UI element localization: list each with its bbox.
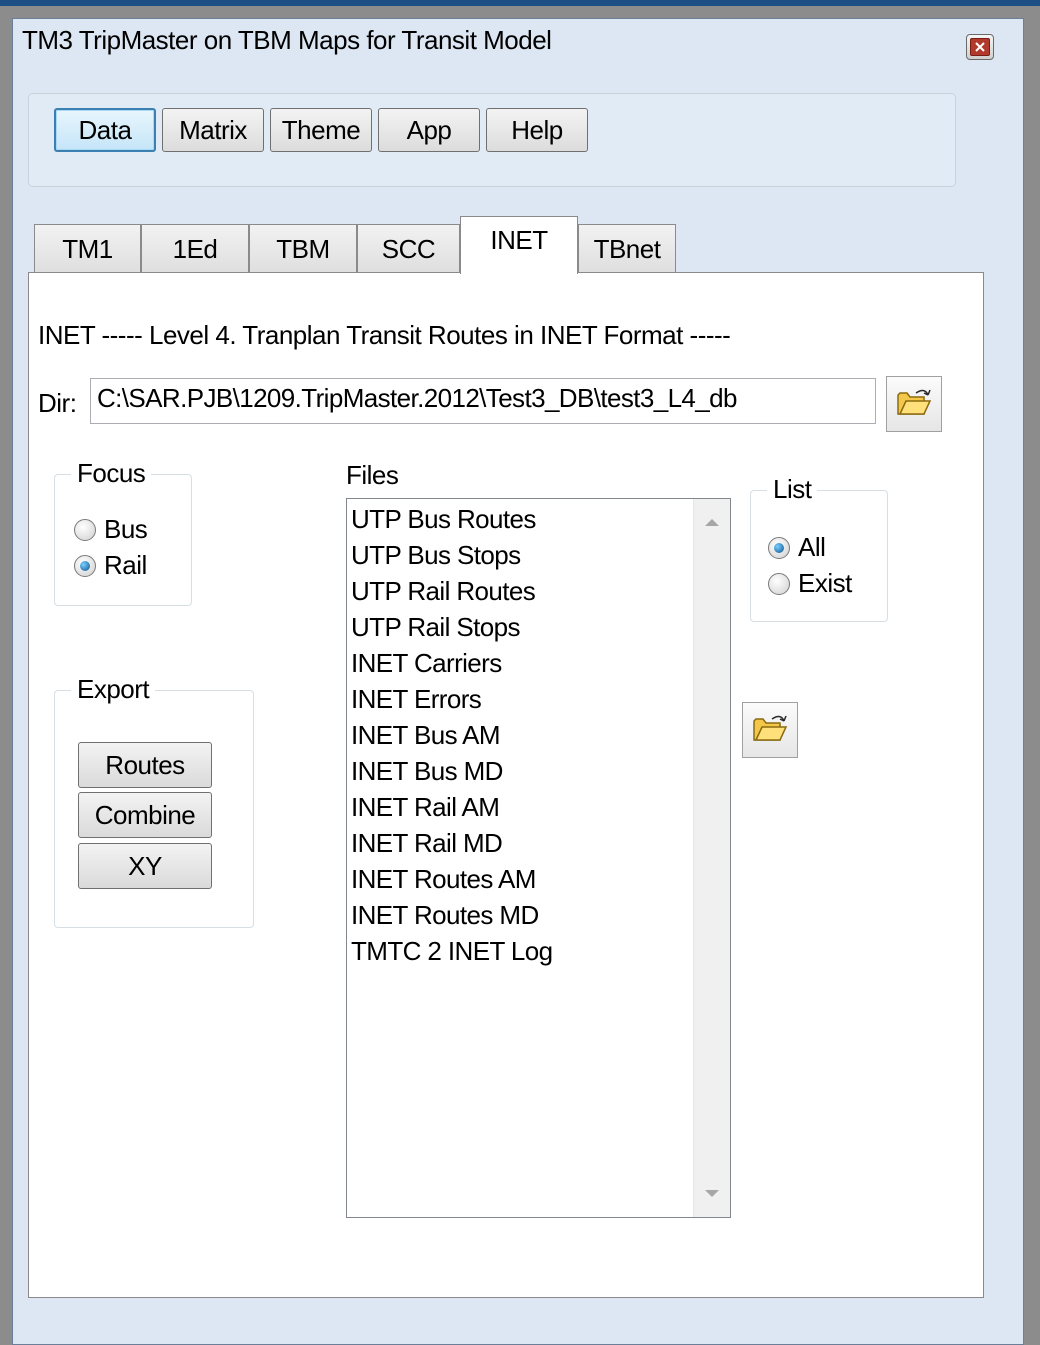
panel-heading: INET ----- Level 4. Tranplan Transit Rou…: [38, 320, 731, 350]
scroll-up-icon[interactable]: [705, 519, 719, 526]
list-exist-radio[interactable]: Exist: [768, 568, 852, 599]
list-title: List: [767, 474, 818, 505]
list-exist-label: Exist: [798, 568, 852, 598]
list-all-label: All: [798, 532, 826, 562]
list-item[interactable]: INET Carriers: [351, 645, 552, 681]
list-all-radio[interactable]: All: [768, 532, 826, 563]
export-xy-button[interactable]: XY: [78, 843, 212, 889]
open-folder-icon: [752, 713, 788, 748]
focus-bus-radio[interactable]: Bus: [74, 514, 148, 545]
files-open-folder-button[interactable]: [742, 702, 798, 758]
list-item[interactable]: INET Rail AM: [351, 789, 552, 825]
list-item[interactable]: INET Errors: [351, 681, 552, 717]
tab-scc[interactable]: SCC: [357, 224, 460, 274]
matrix-button[interactable]: Matrix: [162, 108, 264, 152]
tab-tbm[interactable]: TBM: [249, 224, 357, 274]
focus-bus-label: Bus: [104, 514, 148, 544]
open-folder-icon: [896, 387, 932, 422]
close-button[interactable]: [966, 34, 994, 60]
radio-checked-icon: [74, 554, 96, 577]
window-title: TM3 TripMaster on TBM Maps for Transit M…: [22, 25, 552, 55]
theme-button[interactable]: Theme: [270, 108, 372, 152]
files-list: UTP Bus Routes UTP Bus Stops UTP Rail Rout…: [351, 501, 553, 969]
focus-rail-label: Rail: [104, 550, 147, 580]
scroll-down-icon[interactable]: [705, 1190, 719, 1197]
tab-tbnet[interactable]: TBnet: [578, 224, 676, 274]
app-button[interactable]: App: [378, 108, 480, 152]
list-item[interactable]: TMTC 2 INET Log: [351, 933, 553, 969]
dir-field[interactable]: C:\SAR.PJB\1209.TripMaster.2012\Test3_DB…: [90, 378, 876, 424]
tab-tm1[interactable]: TM1: [34, 224, 141, 274]
dir-browse-button[interactable]: [886, 376, 942, 432]
files-label: Files: [346, 460, 399, 490]
list-item[interactable]: UTP Rail Stops: [351, 609, 552, 645]
list-item[interactable]: INET Routes MD: [351, 897, 552, 933]
close-icon: [970, 38, 990, 56]
tab-inet[interactable]: INET: [460, 216, 578, 274]
files-listbox[interactable]: UTP Bus Routes UTP Bus Stops UTP Rail Rout…: [346, 498, 731, 1218]
list-item[interactable]: INET Bus MD: [351, 753, 552, 789]
list-item[interactable]: UTP Rail Routes: [351, 573, 552, 609]
list-item[interactable]: UTP Bus Stops: [351, 537, 552, 573]
radio-unchecked-icon: [74, 518, 96, 541]
export-routes-button[interactable]: Routes: [78, 742, 212, 788]
tab-1ed[interactable]: 1Ed: [141, 224, 249, 274]
export-title: Export: [71, 674, 156, 705]
export-combine-button[interactable]: Combine: [78, 792, 212, 838]
list-item[interactable]: INET Rail MD: [351, 825, 552, 861]
focus-rail-radio[interactable]: Rail: [74, 550, 147, 581]
help-button[interactable]: Help: [486, 108, 588, 152]
list-item[interactable]: INET Bus AM: [351, 717, 552, 753]
list-item[interactable]: INET Routes AM: [351, 861, 552, 897]
radio-checked-icon: [768, 536, 790, 559]
radio-unchecked-icon: [768, 572, 790, 595]
data-button[interactable]: Data: [54, 108, 156, 152]
files-scrollbar[interactable]: [693, 499, 730, 1217]
list-item[interactable]: UTP Bus Routes: [351, 501, 552, 537]
dir-label: Dir:: [38, 388, 77, 418]
focus-title: Focus: [71, 458, 152, 489]
